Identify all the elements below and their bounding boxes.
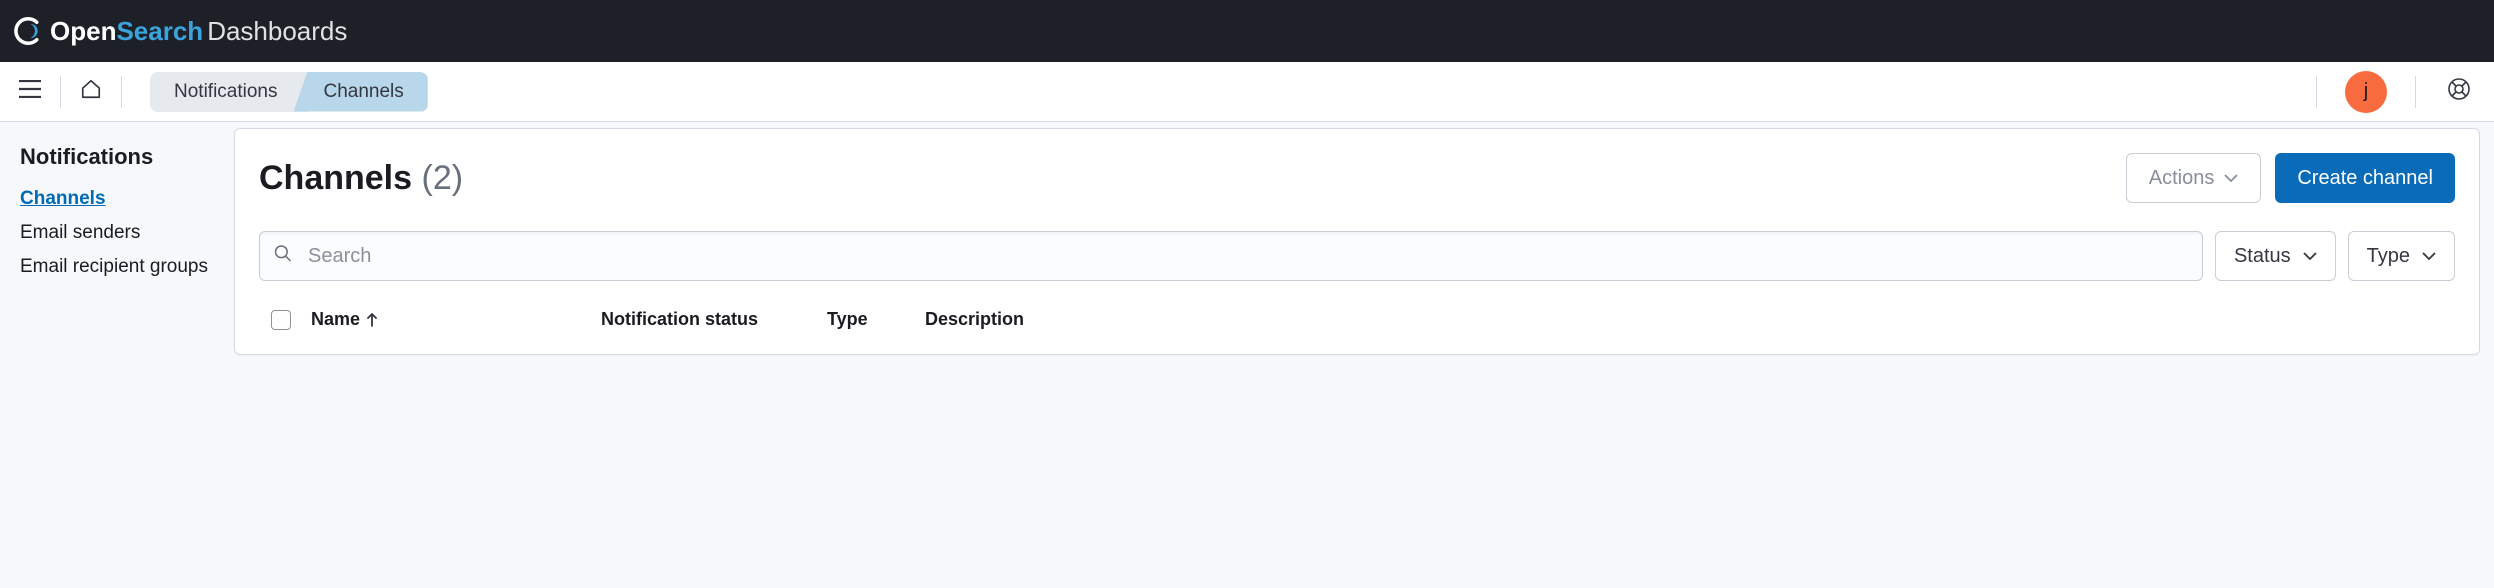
home-button[interactable]: [71, 72, 111, 112]
home-icon: [80, 78, 102, 105]
divider: [2316, 76, 2317, 108]
divider: [121, 76, 122, 108]
button-label: Create channel: [2297, 167, 2433, 190]
column-header-type[interactable]: Type: [827, 309, 925, 330]
sidebar-item-email-senders[interactable]: Email senders: [20, 222, 214, 244]
breadcrumb-channels[interactable]: Channels: [294, 72, 428, 112]
sort-ascending-icon: [366, 313, 378, 327]
brand-open: Open: [50, 16, 116, 46]
hamburger-icon: [19, 80, 41, 103]
brand-dash: Dashboards: [207, 16, 347, 46]
breadcrumb-label: Channels: [324, 81, 404, 103]
column-header-name[interactable]: Name: [311, 309, 601, 330]
user-avatar[interactable]: j: [2345, 71, 2387, 113]
filter-label: Status: [2234, 245, 2291, 268]
sidebar-item-email-recipient-groups[interactable]: Email recipient groups: [20, 256, 214, 278]
sidebar-item-channels[interactable]: Channels: [20, 188, 214, 210]
brand-logo[interactable]: OpenSearchDashboards: [14, 16, 347, 47]
divider: [2415, 76, 2416, 108]
sidebar-item-label: Email senders: [20, 222, 140, 243]
select-all-cell: [271, 310, 311, 330]
page-title-count: (2): [422, 159, 464, 197]
opensearch-mark-icon: [14, 17, 42, 45]
sidebar: Notifications Channels Email senders Ema…: [0, 122, 234, 588]
search-field-wrap: [259, 231, 2203, 281]
column-label: Notification status: [601, 309, 758, 329]
table-header-row: Name Notification status Type Descriptio…: [259, 309, 2455, 330]
search-icon: [273, 244, 293, 269]
page-title: Channels (2): [259, 159, 463, 198]
sidebar-item-label: Channels: [20, 188, 106, 209]
avatar-initial: j: [2364, 80, 2368, 103]
column-header-description[interactable]: Description: [925, 309, 2443, 330]
search-input[interactable]: [259, 231, 2203, 281]
filter-label: Type: [2367, 245, 2410, 268]
type-filter-dropdown[interactable]: Type: [2348, 231, 2455, 281]
button-label: Actions: [2149, 167, 2215, 190]
breadcrumb: Notifications Channels: [150, 72, 428, 112]
page-title-text: Channels: [259, 159, 412, 197]
actions-dropdown-button[interactable]: Actions: [2126, 153, 2262, 203]
chevron-down-icon: [2224, 173, 2238, 183]
brand-search: Search: [116, 16, 203, 46]
column-label: Name: [311, 309, 360, 330]
main-content: Channels (2) Actions Create channel: [234, 122, 2494, 588]
sidebar-item-label: Email recipient groups: [20, 256, 208, 277]
chevron-down-icon: [2303, 251, 2317, 261]
breadcrumb-label: Notifications: [174, 81, 278, 103]
app-header: OpenSearchDashboards: [0, 0, 2494, 62]
top-navbar: Notifications Channels j: [0, 62, 2494, 122]
select-all-checkbox[interactable]: [271, 310, 291, 330]
column-label: Type: [827, 309, 868, 329]
breadcrumb-notifications[interactable]: Notifications: [150, 72, 308, 112]
divider: [60, 76, 61, 108]
create-channel-button[interactable]: Create channel: [2275, 153, 2455, 203]
channels-panel: Channels (2) Actions Create channel: [234, 128, 2480, 355]
lifebuoy-icon: [2447, 77, 2471, 106]
column-header-status[interactable]: Notification status: [601, 309, 827, 330]
help-button[interactable]: [2444, 77, 2474, 107]
status-filter-dropdown[interactable]: Status: [2215, 231, 2336, 281]
menu-toggle-button[interactable]: [10, 72, 50, 112]
sidebar-title: Notifications: [20, 144, 214, 170]
column-label: Description: [925, 309, 1024, 329]
chevron-down-icon: [2422, 251, 2436, 261]
